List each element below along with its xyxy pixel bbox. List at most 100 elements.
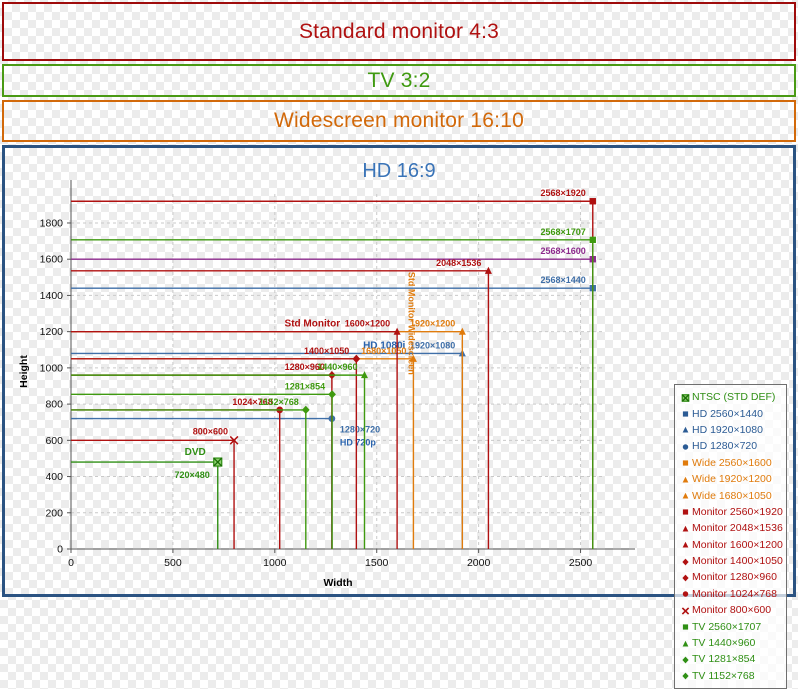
data-point-label: 1680×1050	[361, 346, 406, 356]
legend-item-label: Monitor 2560×1920	[692, 506, 783, 518]
legend-item[interactable]: HD 2560×1440	[679, 405, 783, 421]
boxcross-marker-icon	[682, 394, 689, 401]
data-point-hd-2560-1440[interactable]: 2568×1440	[71, 275, 596, 549]
legend-item-label: Wide 2560×1600	[692, 457, 772, 469]
legend-item[interactable]: Monitor 800×600	[679, 602, 783, 618]
circle-marker-icon	[679, 587, 692, 600]
legend-item-label: TV 1440×960	[692, 637, 755, 649]
band-widescreen-monitor: Widescreen monitor 16:10	[2, 100, 796, 142]
square-marker-icon	[683, 411, 688, 416]
triangle-marker-icon	[679, 489, 692, 502]
legend-item[interactable]: TV 1440×960	[679, 635, 783, 651]
legend-item-label: Monitor 2048×1536	[692, 522, 783, 534]
data-point-annotation: HD 720p	[340, 438, 377, 448]
y-tick-label: 1600	[40, 254, 64, 266]
legend-item[interactable]: Monitor 1280×960	[679, 569, 783, 585]
data-point-monitor-800-600[interactable]: 800×600	[71, 426, 238, 549]
legend-item-label: Wide 1680×1050	[692, 490, 772, 502]
x-tick-label: 1500	[365, 557, 389, 569]
band-tv: TV 3:2	[2, 64, 796, 97]
data-point-label: 2048×1536	[436, 258, 481, 268]
legend-item[interactable]: Monitor 1600×1200	[679, 537, 783, 553]
square-marker-icon	[683, 510, 688, 515]
diamond-marker-icon	[679, 653, 692, 666]
x-tick-label: 0	[68, 557, 74, 569]
legend-item-label: TV 1281×854	[692, 653, 755, 665]
legend-item-label: HD 1280×720	[692, 440, 757, 452]
cross-marker-icon	[682, 608, 688, 614]
boxcross-marker-icon	[214, 458, 222, 466]
data-point-label: 1600×1200	[345, 319, 390, 329]
data-point-label: 2568×1920	[540, 188, 585, 198]
legend-item-label: Monitor 800×600	[692, 604, 771, 616]
data-point-label: 1152×768	[259, 397, 299, 407]
square-marker-icon	[679, 505, 692, 518]
legend-item[interactable]: HD 1280×720	[679, 438, 783, 454]
data-point-tv-2560-1707[interactable]: 2568×1707	[71, 227, 596, 549]
diamond-marker-icon	[679, 555, 692, 568]
square-marker-icon	[679, 407, 692, 420]
circle-marker-icon	[683, 592, 688, 597]
diamond-marker-icon	[302, 406, 310, 414]
legend-item[interactable]: TV 2560×1707	[679, 618, 783, 634]
x-tick-label: 500	[164, 557, 182, 569]
band-standard-monitor-label: Standard monitor 4:3	[299, 20, 499, 44]
legend-item[interactable]: Wide 2560×1600	[679, 455, 783, 471]
chart-legend: NTSC (STD DEF) HD 2560×1440 HD 1920×1080 HD…	[674, 384, 787, 689]
x-tick-label: 2000	[467, 557, 491, 569]
legend-item[interactable]: TV 1152×768	[679, 668, 783, 684]
triangle-marker-icon	[679, 522, 692, 535]
cross-marker-icon	[679, 604, 692, 617]
diamond-marker-icon	[682, 575, 688, 582]
triangle-marker-icon	[679, 637, 692, 650]
diamond-marker-icon	[682, 558, 688, 565]
triangle-marker-icon	[683, 427, 689, 433]
square-marker-icon	[590, 237, 596, 243]
legend-item[interactable]: Monitor 2048×1536	[679, 520, 783, 536]
triangle-marker-icon	[679, 538, 692, 551]
x-axis-title: Width	[323, 577, 352, 589]
legend-item-label: Wide 1920×1200	[692, 473, 772, 485]
data-point-label: 1440×960	[317, 362, 357, 372]
legend-item[interactable]: NTSC (STD DEF)	[679, 389, 783, 405]
triangle-marker-icon	[683, 526, 689, 532]
x-tick-label: 1000	[263, 557, 287, 569]
legend-item[interactable]: Monitor 1024×768	[679, 586, 783, 602]
y-tick-label: 1400	[40, 290, 64, 302]
band-standard-monitor: Standard monitor 4:3	[2, 2, 796, 61]
data-point-label: 1280×720	[340, 425, 380, 435]
x-tick-label: 2500	[569, 557, 593, 569]
diamond-marker-icon	[679, 669, 692, 682]
legend-item-label: TV 2560×1707	[692, 621, 761, 633]
circle-marker-icon	[683, 444, 688, 449]
y-axis-title: Height	[18, 355, 30, 388]
diamond-marker-icon	[679, 571, 692, 584]
legend-item[interactable]: Monitor 1400×1050	[679, 553, 783, 569]
legend-item-label: Monitor 1024×768	[692, 588, 777, 600]
y-tick-label: 200	[45, 507, 63, 519]
triangle-marker-icon	[683, 640, 689, 646]
legend-item-label: HD 2560×1440	[692, 408, 763, 420]
legend-item[interactable]: HD 1920×1080	[679, 422, 783, 438]
band-widescreen-monitor-label: Widescreen monitor 16:10	[274, 109, 524, 133]
square-marker-icon	[683, 461, 688, 466]
square-marker-icon	[683, 625, 688, 630]
legend-item[interactable]: Monitor 2560×1920	[679, 504, 783, 520]
legend-item-label: Monitor 1400×1050	[692, 555, 783, 567]
data-point-wide-2560-1600[interactable]: 2568×1600	[71, 246, 596, 549]
circle-marker-icon	[679, 440, 692, 453]
triangle-marker-icon	[679, 423, 692, 436]
legend-item[interactable]: TV 1281×854	[679, 651, 783, 667]
square-marker-icon	[590, 198, 596, 204]
legend-item[interactable]: Wide 1920×1200	[679, 471, 783, 487]
panel-hd-16-9: HD 16:9 02004006008001000120014001600180…	[2, 145, 796, 597]
diamond-marker-icon	[682, 657, 688, 664]
square-marker-icon	[679, 456, 692, 469]
data-point-monitor-1400-1050[interactable]: 1400×1050	[71, 346, 360, 549]
triangle-marker-icon	[683, 493, 689, 499]
data-point-ntsc-std-def-[interactable]: 720×480DVD	[71, 447, 222, 549]
legend-item[interactable]: Wide 1680×1050	[679, 487, 783, 503]
legend-item-label: NTSC (STD DEF)	[692, 391, 775, 403]
data-point-label: 2568×1707	[540, 227, 585, 237]
band-tv-label: TV 3:2	[367, 69, 430, 93]
